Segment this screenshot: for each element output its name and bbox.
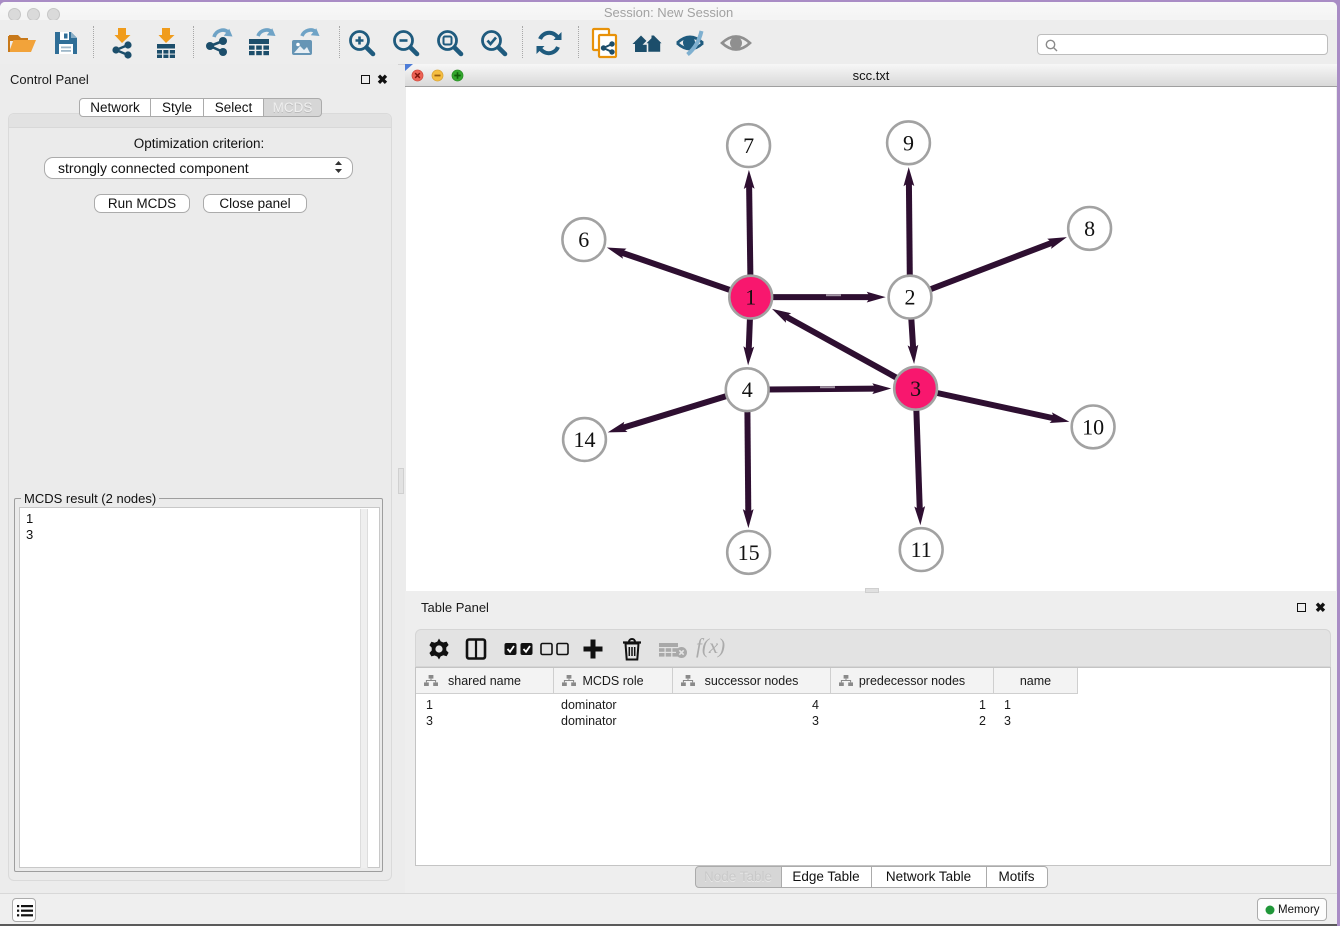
svg-text:3: 3 [910, 376, 921, 401]
svg-text:8: 8 [1084, 216, 1095, 241]
svg-text:1: 1 [745, 285, 756, 310]
svg-text:15: 15 [738, 540, 760, 565]
svg-text:10: 10 [1082, 414, 1104, 439]
svg-text:6: 6 [578, 227, 589, 252]
svg-text:2: 2 [905, 285, 916, 310]
svg-text:4: 4 [742, 377, 753, 402]
svg-text:14: 14 [574, 427, 596, 452]
svg-text:11: 11 [911, 537, 932, 562]
svg-text:7: 7 [743, 133, 754, 158]
svg-text:9: 9 [903, 130, 914, 155]
